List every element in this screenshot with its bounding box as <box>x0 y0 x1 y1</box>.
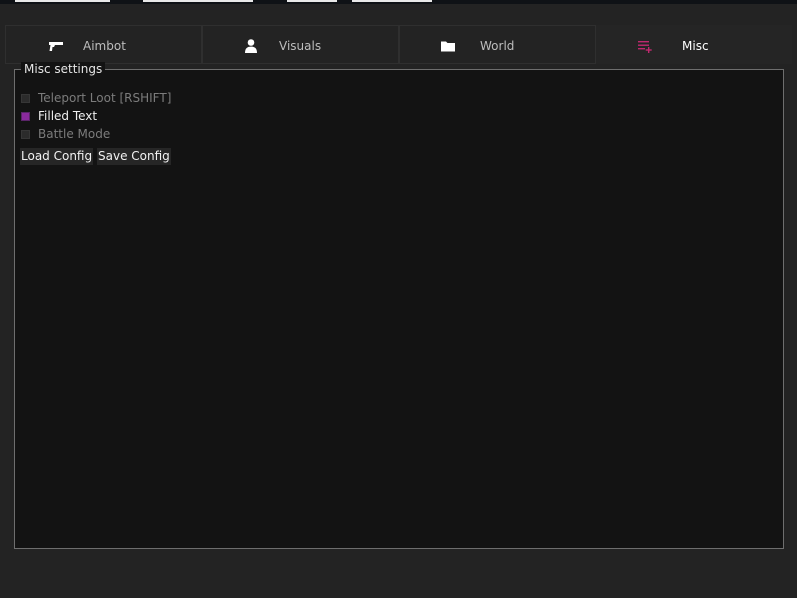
misc-settings-group: Misc settings Teleport Loot [RSHIFT] Fil… <box>14 62 784 549</box>
tab-world-label: World <box>480 39 515 53</box>
filled-text-label: Filled Text <box>38 109 98 123</box>
tab-world[interactable]: World <box>399 25 596 64</box>
battle-mode-label: Battle Mode <box>38 127 111 141</box>
battle-mode-checkbox[interactable] <box>21 130 30 139</box>
tab-bar: Aimbot Visuals World Misc <box>5 25 792 65</box>
save-config-button[interactable]: Save Config <box>97 148 171 165</box>
teleport-loot-checkbox[interactable] <box>21 94 30 103</box>
tab-aimbot[interactable]: Aimbot <box>5 25 202 64</box>
group-title: Misc settings <box>21 62 106 76</box>
user-icon <box>245 39 257 53</box>
tab-visuals-label: Visuals <box>279 39 322 53</box>
tab-visuals[interactable]: Visuals <box>202 25 399 64</box>
folder-icon <box>441 41 455 52</box>
teleport-loot-label: Teleport Loot [RSHIFT] <box>38 91 172 105</box>
gun-icon <box>49 42 63 51</box>
tab-misc-label: Misc <box>682 39 709 53</box>
tab-aimbot-label: Aimbot <box>83 39 126 53</box>
window-top-strip <box>0 0 797 4</box>
list-add-icon <box>638 41 652 53</box>
tab-misc[interactable]: Misc <box>596 25 792 64</box>
load-config-button[interactable]: Load Config <box>20 148 94 165</box>
filled-text-checkbox[interactable] <box>21 112 30 121</box>
